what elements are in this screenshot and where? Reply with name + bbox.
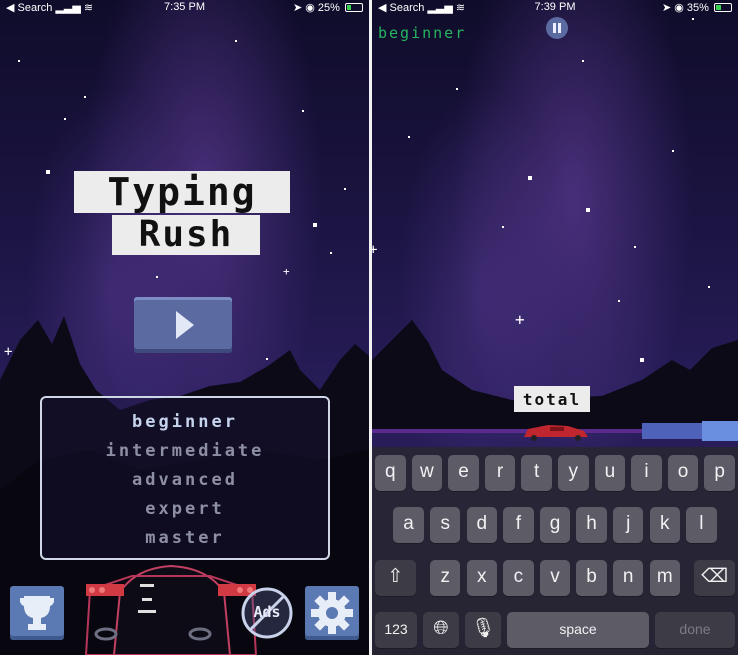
- settings-button[interactable]: [305, 586, 359, 640]
- alarm-icon: ◉: [674, 2, 684, 14]
- key-v[interactable]: v: [539, 560, 571, 596]
- difficulty-option-beginner[interactable]: beginner: [42, 412, 328, 432]
- battery-icon: [345, 3, 363, 12]
- star: [344, 188, 346, 190]
- pause-button[interactable]: [546, 17, 568, 39]
- star: [156, 276, 158, 278]
- sparkle-icon: +: [283, 265, 290, 278]
- key-w[interactable]: w: [411, 455, 443, 491]
- key-z[interactable]: z: [429, 560, 461, 596]
- leaderboard-button[interactable]: [10, 586, 64, 640]
- sparkle-icon: +: [372, 242, 378, 258]
- difficulty-option-advanced[interactable]: advanced: [42, 470, 328, 490]
- key-r[interactable]: r: [484, 455, 516, 491]
- current-word: total: [514, 386, 590, 412]
- star: [18, 60, 20, 62]
- star: [302, 110, 304, 112]
- star: [692, 18, 694, 20]
- star: [586, 208, 590, 212]
- status-bar: ◀ Search ▂▃▅ ≋ 7:35 PM ➤ ◉ 25%: [0, 0, 369, 16]
- key-d[interactable]: d: [466, 507, 498, 543]
- alarm-icon: ◉: [305, 2, 315, 14]
- difficulty-option-master[interactable]: master: [42, 528, 328, 548]
- star: [528, 176, 532, 180]
- numbers-key[interactable]: 123: [375, 612, 417, 648]
- mic-icon: 🎙︎: [470, 618, 496, 639]
- star: [708, 286, 710, 288]
- space-key[interactable]: space: [507, 612, 649, 648]
- status-right: ➤ ◉ 25%: [293, 1, 363, 14]
- key-m[interactable]: m: [649, 560, 681, 596]
- star: [408, 136, 410, 138]
- onscreen-keyboard: q w e r t y u i o p a s d f g h j k l z x c v b n m ⇧ ⌫ 123 🌐︎ 🎙︎ space…: [372, 447, 738, 655]
- delete-icon: ⌫: [701, 566, 729, 587]
- delete-key[interactable]: ⌫: [694, 560, 735, 596]
- key-f[interactable]: f: [503, 507, 534, 543]
- difficulty-option-expert[interactable]: expert: [42, 499, 328, 519]
- difficulty-panel: beginner intermediate advanced expert ma…: [40, 396, 330, 560]
- star: [313, 223, 317, 227]
- trophy-icon: [20, 596, 54, 630]
- level-label: beginner: [378, 24, 467, 42]
- key-q[interactable]: q: [375, 455, 406, 491]
- star: [582, 60, 584, 62]
- key-y[interactable]: y: [558, 455, 589, 491]
- remove-ads-button[interactable]: Ads: [240, 586, 294, 640]
- difficulty-option-intermediate[interactable]: intermediate: [42, 441, 328, 461]
- key-o[interactable]: o: [667, 455, 699, 491]
- key-b[interactable]: b: [576, 560, 607, 596]
- key-k[interactable]: k: [649, 507, 681, 543]
- main-menu-screen: ◀ Search ▂▃▅ ≋ 7:35 PM ➤ ◉ 25% + + Typin…: [0, 0, 369, 655]
- key-x[interactable]: x: [466, 560, 498, 596]
- star: [456, 88, 458, 90]
- gear-icon: [311, 592, 353, 634]
- play-button[interactable]: [134, 297, 232, 353]
- key-e[interactable]: e: [448, 455, 479, 491]
- key-g[interactable]: g: [539, 507, 571, 543]
- star: [672, 150, 674, 152]
- star: [634, 246, 636, 248]
- mic-key[interactable]: 🎙︎: [465, 612, 501, 648]
- title-line-1: Typing: [74, 171, 290, 213]
- ads-label: Ads: [253, 603, 281, 621]
- location-icon: ➤: [661, 2, 672, 14]
- star: [46, 170, 50, 174]
- battery-percent: 35%: [686, 2, 709, 14]
- key-p[interactable]: p: [704, 455, 735, 491]
- star: [64, 118, 66, 120]
- shift-icon: ⇧: [387, 566, 404, 587]
- player-car-rear-view: [84, 564, 258, 655]
- key-s[interactable]: s: [429, 507, 461, 543]
- gameplay-screen: ◀ Search ▂▃▅ ≋ 7:39 PM ➤ ◉ 35% beginner …: [372, 0, 738, 655]
- key-c[interactable]: c: [503, 560, 534, 596]
- battery-icon: [714, 3, 732, 12]
- road-track: [372, 421, 738, 441]
- key-t[interactable]: t: [521, 455, 552, 491]
- title-line-2: Rush: [112, 215, 260, 255]
- star: [330, 252, 332, 254]
- done-key[interactable]: done: [655, 612, 735, 648]
- key-u[interactable]: u: [594, 455, 626, 491]
- key-j[interactable]: j: [612, 507, 644, 543]
- globe-key[interactable]: 🌐︎: [423, 612, 459, 648]
- star: [84, 96, 86, 98]
- star: [502, 226, 504, 228]
- shift-key[interactable]: ⇧: [375, 560, 416, 596]
- battery-percent: 25%: [317, 2, 340, 14]
- play-icon: [176, 311, 194, 339]
- key-l[interactable]: l: [686, 507, 717, 543]
- star: [235, 40, 237, 42]
- status-right: ➤ ◉ 35%: [662, 1, 732, 14]
- location-icon: ➤: [292, 2, 303, 14]
- key-a[interactable]: a: [393, 507, 424, 543]
- key-i[interactable]: i: [631, 455, 662, 491]
- key-n[interactable]: n: [612, 560, 644, 596]
- status-bar: ◀ Search ▂▃▅ ≋ 7:39 PM ➤ ◉ 35%: [372, 0, 738, 16]
- key-h[interactable]: h: [576, 507, 607, 543]
- globe-icon: 🌐︎: [433, 618, 449, 639]
- player-car: [524, 425, 588, 441]
